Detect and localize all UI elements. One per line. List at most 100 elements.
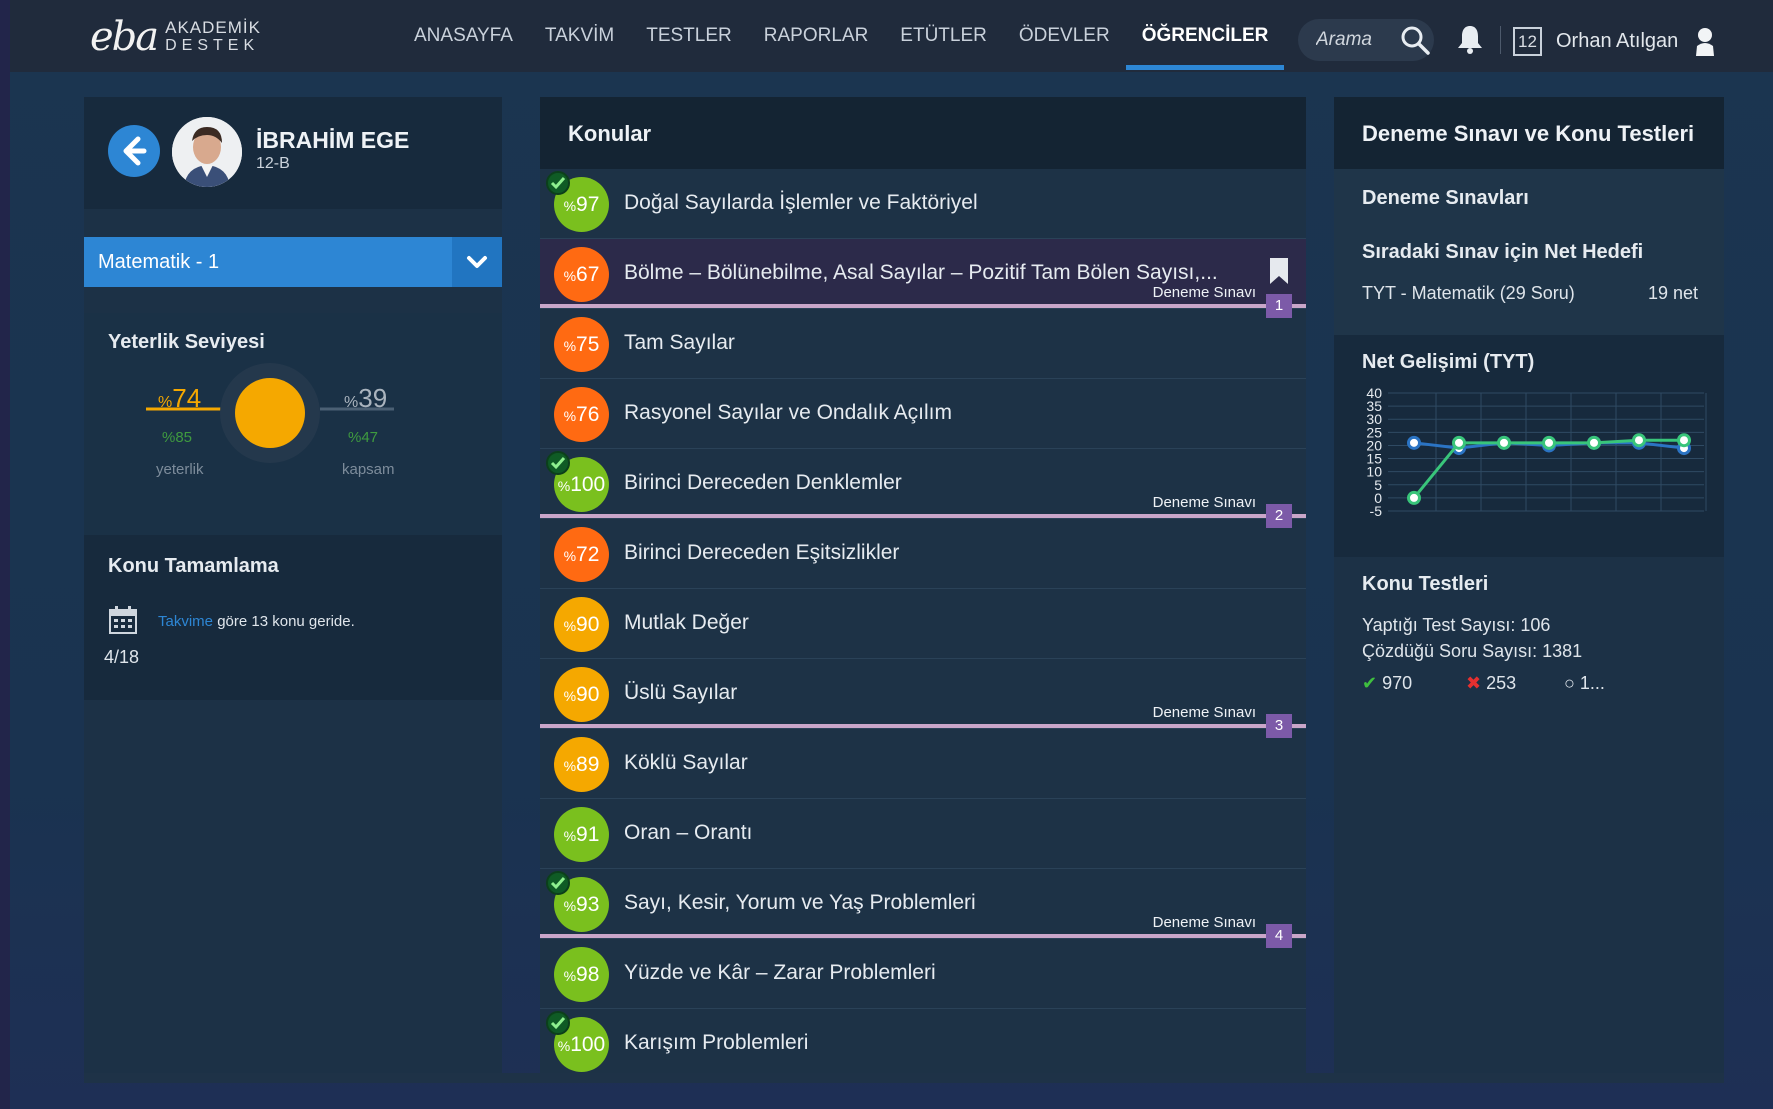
kapsam-label: kapsam: [342, 461, 395, 478]
completed-check-icon: [546, 871, 570, 895]
main-nav: ANASAYFA TAKVİM TESTLER RAPORLAR ETÜTLER…: [398, 0, 1285, 72]
topic-name: Yüzde ve Kâr – Zarar Problemleri: [624, 961, 936, 984]
topic-name: Üslü Sayılar: [624, 681, 738, 704]
tests-title: Konu Testleri: [1362, 573, 1489, 595]
topic-list: %97 Doğal Sayılarda İşlemler ve Faktöriye…: [540, 169, 1306, 1073]
chart-y-tick-label: -5: [1370, 503, 1383, 519]
chart-data-point[interactable]: [1497, 435, 1511, 450]
cross-icon: ✖: [1466, 673, 1482, 693]
topic-row[interactable]: %90 Mutlak Değer: [540, 589, 1306, 659]
back-button[interactable]: [108, 125, 160, 177]
chart-data-point[interactable]: [1677, 433, 1691, 448]
chart-data-point[interactable]: [1407, 435, 1421, 450]
topic-row[interactable]: %100 Karışım Problemleri: [540, 1009, 1306, 1073]
topic-score-badge: %76: [554, 387, 609, 442]
subject-dropdown[interactable]: Matematik - 1: [84, 237, 502, 287]
completion-text: Takvime göre 13 konu geride.: [158, 613, 355, 630]
topic-score-badge: %98: [554, 947, 609, 1002]
topic-row[interactable]: %89 Köklü Sayılar: [540, 729, 1306, 799]
student-profile: İBRAHİM EGE 12-B: [84, 97, 502, 209]
empty-value: 1...: [1579, 673, 1605, 693]
topic-name: Oran – Orantı: [624, 821, 753, 844]
net-target-value: 19 net: [1647, 283, 1698, 303]
search-icon[interactable]: [1400, 25, 1430, 55]
logo-line-1: AKADEMİK: [165, 18, 261, 37]
bookmark-icon[interactable]: [1268, 257, 1290, 285]
exams-panel-title: Deneme Sınavı ve Konu Testleri: [1362, 121, 1695, 146]
exams-header: Deneme Sınavı ve Konu Testleri: [1334, 97, 1724, 169]
question-count: Çözdüğü Soru Sayısı: 1381: [1362, 641, 1583, 661]
calendar-link[interactable]: Takvime: [158, 613, 213, 630]
completion-title: Konu Tamamlama: [108, 555, 279, 577]
topic-name: Köklü Sayılar: [624, 751, 748, 774]
search-input[interactable]: [1316, 29, 1392, 51]
topic-name: Rasyonel Sayılar ve Ondalık Açılım: [624, 401, 952, 424]
topics-title: Konular: [568, 121, 652, 146]
calendar-icon: [109, 606, 137, 634]
topic-row[interactable]: %76 Rasyonel Sayılar ve Ondalık Açılım: [540, 379, 1306, 449]
competency-gauge: [146, 363, 394, 463]
kapsam-sub: %47: [348, 429, 379, 446]
header-divider: [1500, 26, 1501, 54]
circle-icon: ○: [1564, 673, 1575, 693]
nav-takvim[interactable]: TAKVİM: [529, 0, 630, 72]
kapsam-value: %39: [344, 383, 388, 413]
topic-score-badge: %91: [554, 807, 609, 862]
chart-data-point[interactable]: [1587, 435, 1601, 450]
exam-marker-label: Deneme Sınavı: [1152, 494, 1256, 511]
calendar-day-icon[interactable]: 12: [1513, 27, 1542, 56]
topic-name: Bölme – Bölünebilme, Asal Sayılar – Pozi…: [624, 261, 1218, 284]
completion-progress: 4/18: [104, 647, 140, 667]
test-count: Yaptığı Test Sayısı: 106: [1362, 615, 1551, 635]
logo-line-2: DESTEK: [165, 37, 260, 54]
yeterlik-sub: %85: [162, 429, 193, 446]
search-box[interactable]: [1298, 19, 1434, 61]
topic-name: Mutlak Değer: [624, 611, 749, 634]
topics-header: Konular: [540, 97, 1306, 169]
student-class: 12-B: [256, 155, 290, 172]
topic-score-badge: %90: [554, 597, 609, 652]
yeterlik-value: %74: [158, 383, 202, 413]
logo-mark: eba: [90, 14, 159, 60]
topic-row[interactable]: %97 Doğal Sayılarda İşlemler ve Faktöriye…: [540, 169, 1306, 239]
dropdown-toggle[interactable]: [452, 237, 502, 287]
competency-section: Yeterlik Seviyesi %74 %85 yeterlik %39 %…: [84, 313, 502, 535]
user-name[interactable]: Orhan Atılgan: [1556, 30, 1678, 53]
user-icon[interactable]: [1692, 26, 1718, 56]
nav-odevler[interactable]: ÖDEVLER: [1003, 0, 1126, 72]
nav-raporlar[interactable]: RAPORLAR: [748, 0, 885, 72]
correct-value: 970: [1382, 673, 1413, 693]
topic-score-badge: %89: [554, 737, 609, 792]
app-frame: eba AKADEMİK DESTEK ANASAYFA TAKVİM TEST…: [10, 0, 1773, 1109]
nav-anasayfa[interactable]: ANASAYFA: [398, 0, 529, 72]
nav-ogrenciler[interactable]: ÖĞRENCİLER: [1125, 0, 1285, 72]
top-bar: eba AKADEMİK DESTEK ANASAYFA TAKVİM TEST…: [10, 0, 1773, 72]
avatar-image: [172, 117, 242, 187]
chart-data-point[interactable]: [1407, 490, 1421, 505]
chart-data-point[interactable]: [1452, 435, 1466, 450]
topic-name: Karışım Problemleri: [624, 1031, 809, 1054]
exam-marker-label: Deneme Sınavı: [1152, 914, 1256, 931]
bottom-strip: [84, 1073, 1724, 1083]
chart-data-point[interactable]: [1632, 433, 1646, 448]
nav-etutler[interactable]: ETÜTLER: [884, 0, 1003, 72]
net-target-exam: TYT - Matematik (29 Soru): [1362, 283, 1575, 303]
wrong-value: 253: [1486, 673, 1517, 693]
exam-marker-line: [540, 934, 1306, 938]
completed-check-icon: [546, 451, 570, 475]
topic-row[interactable]: %98 Yüzde ve Kâr – Zarar Problemleri: [540, 939, 1306, 1009]
wrong-count: ✖ 253: [1466, 673, 1516, 694]
topic-row[interactable]: %72 Birinci Dereceden Eşitsizlikler: [540, 519, 1306, 589]
brand-logo[interactable]: eba AKADEMİK DESTEK: [90, 14, 261, 60]
nav-testler[interactable]: TESTLER: [630, 0, 748, 72]
topic-score-badge: %72: [554, 527, 609, 582]
completion-section: Konu Tamamlama Takvime göre 13 konu geri…: [84, 535, 502, 700]
topic-row[interactable]: %91 Oran – Orantı: [540, 799, 1306, 869]
topic-row[interactable]: %75 Tam Sayılar: [540, 309, 1306, 379]
bell-icon[interactable]: [1456, 24, 1484, 54]
exam-marker-line: [540, 514, 1306, 518]
yeterlik-label: yeterlik: [156, 461, 204, 478]
chart-data-point[interactable]: [1542, 435, 1556, 450]
completed-check-icon: [546, 1011, 570, 1035]
topic-score-badge: %75: [554, 317, 609, 372]
